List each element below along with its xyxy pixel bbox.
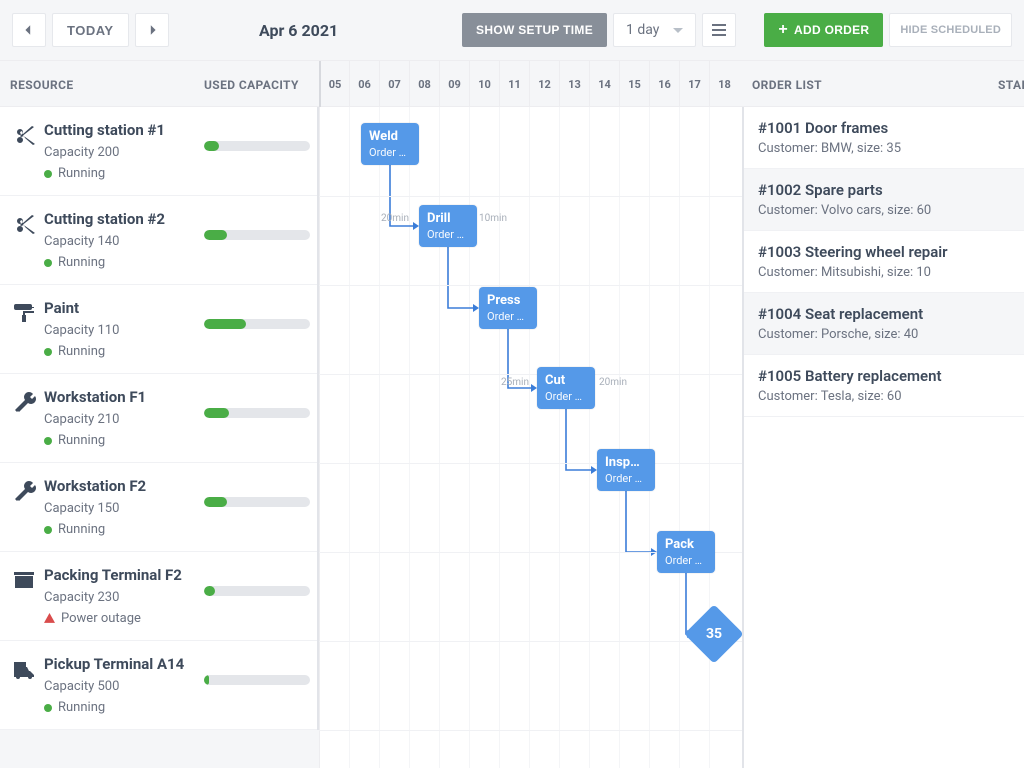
hour-header: 18 — [709, 61, 739, 108]
task-block[interactable]: Drill Order … — [419, 205, 477, 247]
hide-scheduled-button[interactable]: HIDE SCHEDULED — [889, 13, 1012, 47]
order-subtitle: Customer: Porsche, size: 40 — [758, 327, 1010, 342]
chevron-right-icon — [146, 24, 158, 36]
order-subtitle: Customer: Tesla, size: 60 — [758, 389, 1010, 404]
hour-header: 16 — [649, 61, 679, 108]
task-subtitle: Order … — [487, 310, 529, 323]
status-dot-icon — [44, 259, 52, 267]
order-title: #1005 Battery replacement — [758, 367, 1010, 385]
capacity-fill — [204, 497, 227, 507]
hour-header: 12 — [529, 61, 559, 108]
prev-button[interactable] — [12, 13, 46, 47]
date-title: Apr 6 2021 — [169, 21, 429, 40]
capacity-fill — [204, 230, 227, 240]
add-order-label: ADD ORDER — [794, 23, 869, 37]
scissors-icon — [12, 212, 36, 236]
order-title: #1004 Seat replacement — [758, 305, 1010, 323]
task-name: Pack — [665, 537, 707, 552]
status-dot-icon — [44, 526, 52, 534]
wrench-icon — [12, 479, 36, 503]
hour-header: 06 — [349, 61, 379, 108]
capacity-bar — [204, 408, 310, 418]
hour-header: 10 — [469, 61, 499, 108]
order-subtitle: Customer: Mitsubishi, size: 10 — [758, 265, 1010, 280]
task-name: Weld — [369, 129, 411, 144]
capacity-bar — [204, 497, 310, 507]
chevron-left-icon — [23, 24, 35, 36]
add-order-button[interactable]: + ADD ORDER — [764, 13, 883, 47]
task-block[interactable]: Insp… Order … — [597, 449, 655, 491]
range-select[interactable]: 1 day — [613, 13, 696, 47]
capacity-bar — [204, 586, 310, 596]
column-header-start: START — [998, 61, 1024, 108]
order-title: #1001 Door frames — [758, 119, 1010, 137]
task-block[interactable]: Weld Order … — [361, 123, 419, 165]
range-label: 1 day — [626, 22, 659, 38]
next-button[interactable] — [135, 13, 169, 47]
setup-time-label: 20min — [381, 213, 409, 224]
capacity-fill — [204, 141, 219, 151]
hour-header: 08 — [409, 61, 439, 108]
task-subtitle: Order … — [545, 390, 587, 403]
truck-icon — [12, 657, 36, 681]
hour-header: 09 — [439, 61, 469, 108]
column-header-resource: RESOURCE — [10, 61, 190, 108]
capacity-bar — [204, 230, 310, 240]
hour-header: 15 — [619, 61, 649, 108]
order-subtitle: Customer: Volvo cars, size: 60 — [758, 203, 1010, 218]
status-dot-icon — [44, 437, 52, 445]
status-dot-icon — [44, 704, 52, 712]
task-subtitle: Order … — [369, 146, 411, 159]
order-subtitle: Customer: BMW, size: 35 — [758, 141, 1010, 156]
order-title: #1003 Steering wheel repair — [758, 243, 1010, 261]
today-button[interactable]: TODAY — [52, 13, 129, 47]
task-name: Drill — [427, 211, 469, 226]
task-name: Press — [487, 293, 529, 308]
order-title: #1002 Spare parts — [758, 181, 1010, 199]
capacity-fill — [204, 675, 209, 685]
scissors-icon — [12, 123, 36, 147]
capacity-bar — [204, 675, 310, 685]
task-subtitle: Order … — [605, 472, 647, 485]
status-dot-icon — [44, 348, 52, 356]
task-subtitle: Order … — [665, 554, 707, 567]
task-name: Insp… — [605, 455, 647, 470]
capacity-bar — [204, 319, 310, 329]
task-block[interactable]: Cut Order … — [537, 367, 595, 409]
setup-time-label: 25min — [501, 377, 529, 388]
task-subtitle: Order … — [427, 228, 469, 241]
hour-header: 05 — [319, 61, 349, 108]
order-row[interactable]: #1003 Steering wheel repair Customer: Mi… — [744, 231, 1024, 293]
task-block[interactable]: Press Order … — [479, 287, 537, 329]
hour-header: 11 — [499, 61, 529, 108]
setup-time-label: 20min — [599, 377, 627, 388]
hour-header: 13 — [559, 61, 589, 108]
warning-icon — [44, 613, 55, 624]
roller-icon — [12, 301, 36, 325]
order-row[interactable]: #1004 Seat replacement Customer: Porsche… — [744, 293, 1024, 355]
capacity-fill — [204, 408, 229, 418]
milestone-label: 35 — [706, 626, 722, 642]
task-name: Cut — [545, 373, 587, 388]
status-dot-icon — [44, 170, 52, 178]
task-block[interactable]: Pack Order … — [657, 531, 715, 573]
capacity-bar — [204, 141, 310, 151]
setup-time-label: 10min — [479, 213, 507, 224]
plus-icon: + — [778, 22, 788, 38]
hour-header: 17 — [679, 61, 709, 108]
order-row[interactable]: #1002 Spare parts Customer: Volvo cars, … — [744, 169, 1024, 231]
box-icon — [12, 568, 36, 592]
capacity-fill — [204, 319, 246, 329]
hamburger-icon — [712, 24, 726, 36]
show-setup-time-button[interactable]: SHOW SETUP TIME — [462, 13, 607, 47]
hour-header: 07 — [379, 61, 409, 108]
capacity-fill — [204, 586, 215, 596]
wrench-icon — [12, 390, 36, 414]
menu-button[interactable] — [702, 13, 736, 47]
hour-header: 14 — [589, 61, 619, 108]
column-header-used-capacity: USED CAPACITY — [204, 61, 319, 108]
order-row[interactable]: #1005 Battery replacement Customer: Tesl… — [744, 355, 1024, 417]
order-row[interactable]: #1001 Door frames Customer: BMW, size: 3… — [744, 107, 1024, 169]
column-header-order-list: ORDER LIST — [752, 61, 952, 108]
